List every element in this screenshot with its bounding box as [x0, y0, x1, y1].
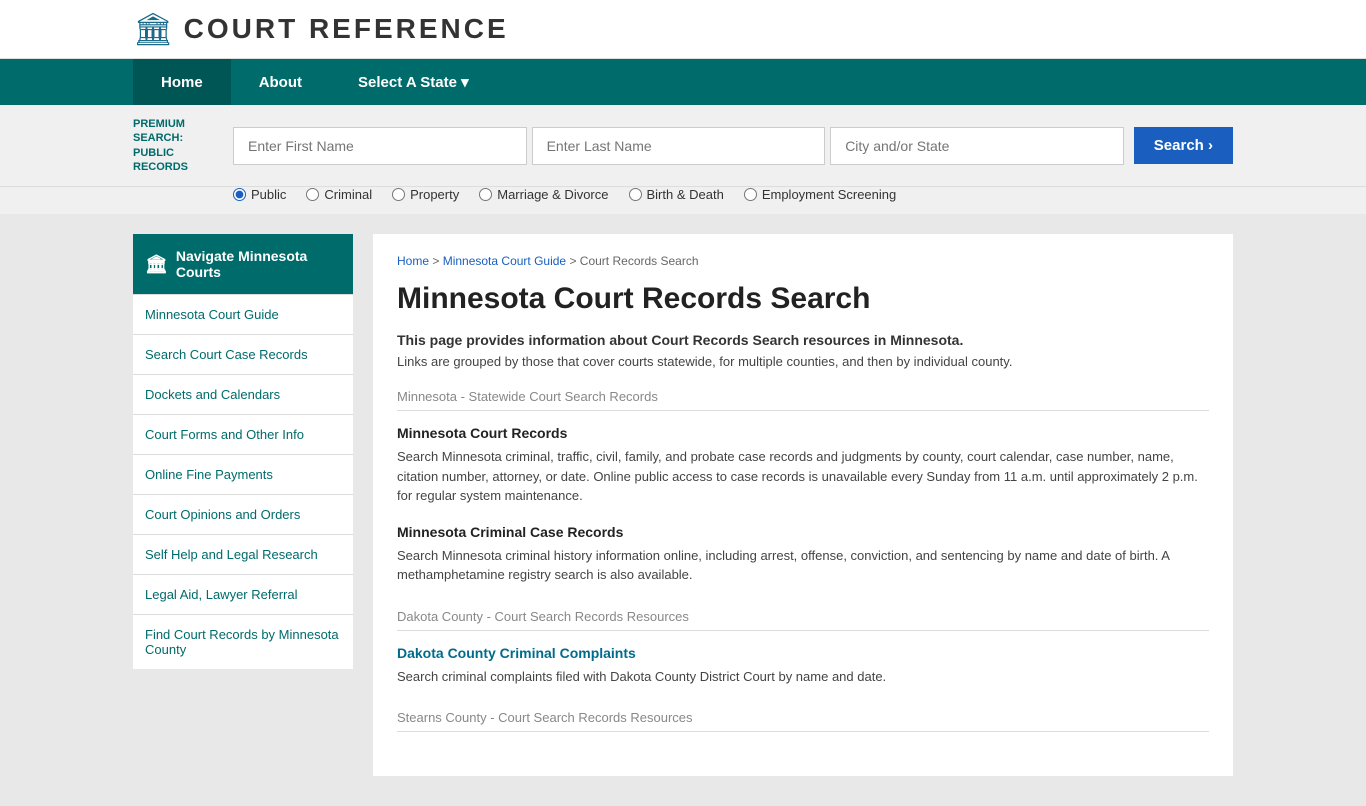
section-header-stearns: Stearns County - Court Search Records Re… — [397, 710, 1209, 732]
record-title-dakota: Dakota County Criminal Complaints — [397, 645, 1209, 661]
logo-text: COURT REFERENCE — [184, 13, 509, 45]
sidebar-link-case-records[interactable]: Search Court Case Records — [133, 334, 353, 374]
record-desc-mn-court: Search Minnesota criminal, traffic, civi… — [397, 447, 1209, 506]
radio-inner: Public Criminal Property Marriage & Divo… — [133, 187, 1233, 202]
radio-employment[interactable]: Employment Screening — [744, 187, 896, 202]
section-dakota: Dakota County - Court Search Records Res… — [397, 609, 1209, 687]
logo-area: 🏛 COURT REFERENCE — [133, 10, 509, 48]
search-button[interactable]: Search › — [1134, 127, 1233, 164]
record-dakota-complaints: Dakota County Criminal Complaints Search… — [397, 645, 1209, 687]
sidebar-link-opinions[interactable]: Court Opinions and Orders — [133, 494, 353, 534]
sidebar-link-forms[interactable]: Court Forms and Other Info — [133, 414, 353, 454]
sidebar-link-court-guide[interactable]: Minnesota Court Guide — [133, 294, 353, 334]
nav-about[interactable]: About — [231, 59, 330, 105]
sidebar-link-dockets[interactable]: Dockets and Calendars — [133, 374, 353, 414]
section-header-dakota: Dakota County - Court Search Records Res… — [397, 609, 1209, 631]
record-title-mn-court: Minnesota Court Records — [397, 425, 1209, 441]
search-inputs — [233, 127, 1124, 165]
nav-inner: Home About Select A State ▾ — [133, 59, 1233, 105]
record-title-mn-criminal: Minnesota Criminal Case Records — [397, 524, 1209, 540]
sidebar-link-self-help[interactable]: Self Help and Legal Research — [133, 534, 353, 574]
search-bar-container: PREMIUM SEARCH: PUBLIC RECORDS Search › — [0, 105, 1366, 187]
sidebar-link-fine-payments[interactable]: Online Fine Payments — [133, 454, 353, 494]
last-name-input[interactable] — [532, 127, 826, 165]
radio-public[interactable]: Public — [233, 187, 286, 202]
sidebar-active-navigate[interactable]: 🏛 Navigate Minnesota Courts — [133, 234, 353, 294]
radio-property[interactable]: Property — [392, 187, 459, 202]
breadcrumb-state-guide[interactable]: Minnesota Court Guide — [443, 254, 566, 268]
radio-options: Public Criminal Property Marriage & Divo… — [0, 187, 1366, 214]
sidebar-link-legal-aid[interactable]: Legal Aid, Lawyer Referral — [133, 574, 353, 614]
radio-birth-death[interactable]: Birth & Death — [629, 187, 724, 202]
nav-bar: Home About Select A State ▾ — [0, 59, 1366, 105]
courthouse-icon: 🏛 — [145, 254, 168, 275]
intro-text: Links are grouped by those that cover co… — [397, 354, 1209, 369]
record-mn-court-records: Minnesota Court Records Search Minnesota… — [397, 425, 1209, 506]
site-header: 🏛 COURT REFERENCE — [0, 0, 1366, 59]
breadcrumb: Home > Minnesota Court Guide > Court Rec… — [397, 254, 1209, 268]
section-statewide: Minnesota - Statewide Court Search Recor… — [397, 389, 1209, 585]
record-desc-dakota: Search criminal complaints filed with Da… — [397, 667, 1209, 687]
main-inner: 🏛 Navigate Minnesota Courts Minnesota Co… — [133, 234, 1233, 776]
premium-label: PREMIUM SEARCH: PUBLIC RECORDS — [133, 117, 223, 174]
section-stearns: Stearns County - Court Search Records Re… — [397, 710, 1209, 732]
breadcrumb-home[interactable]: Home — [397, 254, 429, 268]
record-mn-criminal-records: Minnesota Criminal Case Records Search M… — [397, 524, 1209, 585]
sidebar-link-find-records[interactable]: Find Court Records by Minnesota County — [133, 614, 353, 669]
dakota-link[interactable]: Dakota County Criminal Complaints — [397, 645, 636, 661]
first-name-input[interactable] — [233, 127, 527, 165]
page-title: Minnesota Court Records Search — [397, 282, 1209, 316]
section-header-statewide: Minnesota - Statewide Court Search Recor… — [397, 389, 1209, 411]
sidebar: 🏛 Navigate Minnesota Courts Minnesota Co… — [133, 234, 353, 776]
intro-bold: This page provides information about Cou… — [397, 332, 1209, 348]
logo-icon: 🏛 — [133, 10, 174, 48]
main-wrapper: 🏛 Navigate Minnesota Courts Minnesota Co… — [0, 214, 1366, 806]
city-state-input[interactable] — [830, 127, 1124, 165]
radio-marriage-divorce[interactable]: Marriage & Divorce — [479, 187, 608, 202]
nav-home[interactable]: Home — [133, 59, 231, 105]
breadcrumb-current: Court Records Search — [580, 254, 699, 268]
nav-select-state[interactable]: Select A State ▾ — [330, 59, 497, 105]
record-desc-mn-criminal: Search Minnesota criminal history inform… — [397, 546, 1209, 585]
radio-criminal[interactable]: Criminal — [306, 187, 372, 202]
sidebar-active-label: Navigate Minnesota Courts — [176, 248, 341, 280]
content-area: Home > Minnesota Court Guide > Court Rec… — [373, 234, 1233, 776]
